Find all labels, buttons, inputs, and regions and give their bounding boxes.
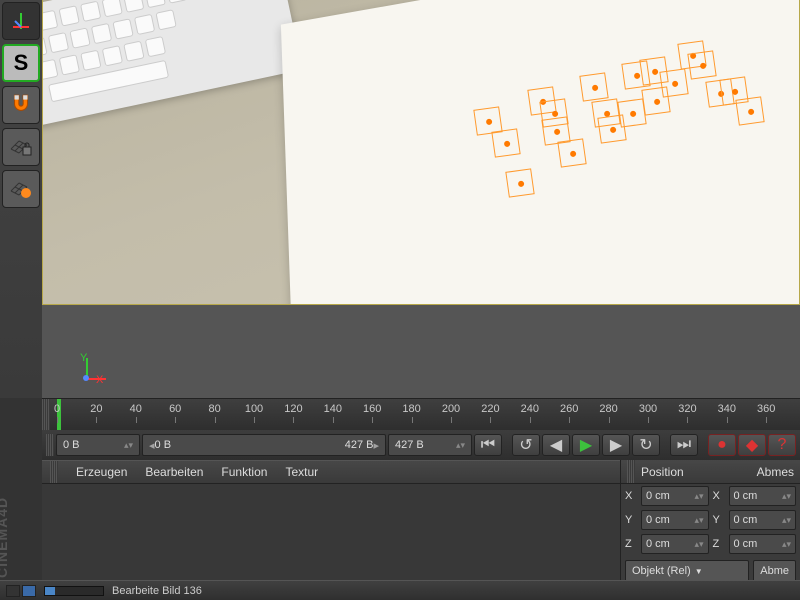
scene-paper [281, 0, 800, 305]
play-button[interactable]: ▶ [572, 434, 600, 456]
timeline-tick: 180 [402, 403, 420, 415]
timeline-tick: 0 [54, 403, 60, 415]
coordinates-panel: Position Abmes X 0 cm▴▾ X 0 cm▴▾ Y 0 cm▴▾ Y 0 c… [620, 460, 800, 600]
grip-icon[interactable] [46, 434, 54, 456]
axis-label: X [713, 490, 725, 502]
position-x-field[interactable]: 0 cm▴▾ [641, 486, 709, 506]
timeline-tick: 100 [245, 403, 263, 415]
timeline-tick: 360 [757, 403, 775, 415]
brand-label: MAXON CINEMA4D [0, 497, 10, 578]
material-area[interactable] [42, 484, 620, 580]
grip-icon[interactable] [42, 399, 50, 430]
status-bar: Bearbeite Bild 136 [0, 580, 800, 600]
menu-erzeugen[interactable]: Erzeugen [76, 465, 127, 479]
position-header: Position [641, 465, 684, 479]
viewport[interactable]: Y X [42, 0, 800, 398]
timeline-tick: 120 [284, 403, 302, 415]
timeline-tick: 60 [169, 403, 181, 415]
goto-end-button[interactable]: ⏭ [670, 434, 698, 456]
axis-x-label: X [96, 374, 103, 386]
size-x-field[interactable]: 0 cm▴▾ [729, 486, 797, 506]
grid-orange-button[interactable] [2, 170, 40, 208]
left-toolbar: S [0, 0, 42, 398]
menu-bearbeiten[interactable]: Bearbeiten [145, 465, 203, 479]
timeline-tick: 240 [521, 403, 539, 415]
timeline-tick: 260 [560, 403, 578, 415]
timeline-tick: 200 [442, 403, 460, 415]
step-back-button[interactable]: ◀ [542, 434, 570, 456]
menu-textur[interactable]: Textur [285, 465, 318, 479]
size-header: Abmes [757, 465, 794, 479]
step-forward-button[interactable]: ▶ [602, 434, 630, 456]
size-y-field[interactable]: 0 cm▴▾ [729, 510, 797, 530]
scene-keyboard [42, 0, 302, 128]
timeline-tick: 320 [678, 403, 696, 415]
axis-y-label: Y [80, 352, 87, 364]
autokey-button[interactable]: ? [768, 434, 796, 456]
size-mode-button[interactable]: Abme [753, 560, 796, 582]
timeline-ruler[interactable]: 0 20 40 60 80 100 120 140 160 180 200 220 240 260 280 3… [42, 398, 800, 430]
size-z-field[interactable]: 0 cm▴▾ [729, 534, 797, 554]
grip-icon[interactable] [50, 461, 58, 483]
position-y-field[interactable]: 0 cm▴▾ [641, 510, 709, 530]
render-status-icons [6, 585, 36, 597]
timeline-tick: 80 [208, 403, 220, 415]
grid-lock-button[interactable] [2, 128, 40, 166]
axis-tool-button[interactable] [2, 2, 40, 40]
grip-icon[interactable] [627, 460, 635, 483]
loop-back-button[interactable]: ↺ [512, 434, 540, 456]
coord-mode-dropdown[interactable]: Objekt (Rel)▼ [625, 560, 749, 582]
timeline-tick: 220 [481, 403, 499, 415]
menu-funktion[interactable]: Funktion [221, 465, 267, 479]
timeline-tick: 20 [90, 403, 102, 415]
end-frame-field[interactable]: 427 B▴▾ [388, 434, 472, 456]
axis-label: Z [713, 538, 725, 550]
axis-label: X [625, 490, 637, 502]
status-text: Bearbeite Bild 136 [112, 585, 202, 597]
goto-start-button[interactable]: ⏮ [474, 434, 502, 456]
axis-label: Y [713, 514, 725, 526]
magnet-tool-button[interactable] [2, 86, 40, 124]
timeline-tick: 40 [130, 403, 142, 415]
transport-bar: 0 B▴▾ ◂0 B427 B▸ 427 B▴▾ ⏮ ↺ ◀ ▶ ▶ ↻ ⏭ ●… [42, 430, 800, 460]
timeline-tick: 340 [718, 403, 736, 415]
progress-bar [44, 586, 104, 596]
timeline-tick: 300 [639, 403, 657, 415]
axis-label: Z [625, 538, 637, 550]
record-button[interactable]: ● [708, 434, 736, 456]
range-slider[interactable]: ◂0 B427 B▸ [142, 434, 386, 456]
timeline-tick: 140 [324, 403, 342, 415]
timeline-tick: 160 [363, 403, 381, 415]
timeline-tick: 280 [599, 403, 617, 415]
start-frame-field[interactable]: 0 B▴▾ [56, 434, 140, 456]
s-tool-button[interactable]: S [2, 44, 40, 82]
axis-label: Y [625, 514, 637, 526]
render-area [42, 0, 800, 305]
loop-forward-button[interactable]: ↻ [632, 434, 660, 456]
keyframe-button[interactable]: ◆ [738, 434, 766, 456]
position-z-field[interactable]: 0 cm▴▾ [641, 534, 709, 554]
